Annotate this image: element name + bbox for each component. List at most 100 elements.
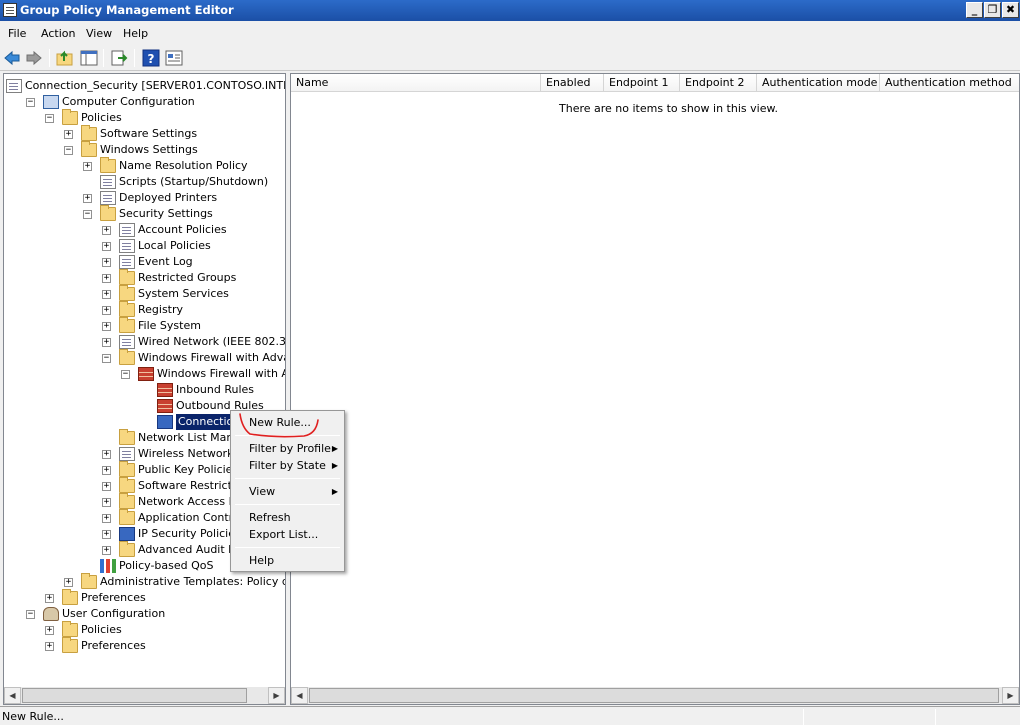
context-menu-item-refresh[interactable]: Refresh xyxy=(233,509,342,526)
menu-item-label: Export List... xyxy=(249,528,319,541)
expand-icon[interactable]: + xyxy=(102,274,111,283)
toolbar-separator xyxy=(49,49,50,67)
locked-folder-icon xyxy=(119,269,135,285)
submenu-arrow-icon: ▶ xyxy=(331,444,338,453)
folder-icon xyxy=(81,573,97,589)
expand-icon[interactable]: + xyxy=(102,482,111,491)
collapse-icon[interactable]: − xyxy=(45,114,54,123)
status-bar: New Rule... xyxy=(0,706,1020,725)
tree-item-label: Security Settings xyxy=(119,207,213,220)
expand-icon[interactable]: + xyxy=(102,258,111,267)
expand-icon[interactable]: + xyxy=(64,130,73,139)
gpme-app-icon xyxy=(3,3,17,17)
tree-item-label: Public Key Policies xyxy=(138,463,239,476)
expand-icon[interactable]: + xyxy=(102,530,111,539)
expand-icon[interactable]: + xyxy=(83,194,92,203)
export-list-icon[interactable] xyxy=(110,49,128,67)
tree-item-label: Windows Settings xyxy=(100,143,198,156)
collapse-icon[interactable]: − xyxy=(26,98,35,107)
collapse-icon[interactable]: − xyxy=(64,146,73,155)
folder-icon xyxy=(62,621,78,637)
firewall-globe-icon xyxy=(138,367,154,381)
scroll-thumb[interactable] xyxy=(309,688,999,703)
folder-icon xyxy=(62,637,78,653)
expand-icon[interactable]: + xyxy=(102,498,111,507)
help-icon[interactable]: ? xyxy=(142,49,160,67)
column-header-enabled[interactable]: Enabled xyxy=(541,74,604,92)
scroll-thumb[interactable] xyxy=(22,688,247,703)
status-text: New Rule... xyxy=(2,710,64,723)
properties-icon[interactable] xyxy=(165,49,183,67)
collapse-icon[interactable]: − xyxy=(102,354,111,363)
ip-security-icon xyxy=(119,527,135,541)
printer-icon xyxy=(100,191,116,205)
context-menu-item-help[interactable]: Help xyxy=(233,552,342,569)
context-menu-item-filter-by-profile[interactable]: Filter by Profile ▶ xyxy=(233,440,342,457)
expand-icon[interactable]: + xyxy=(102,450,111,459)
menu-separator xyxy=(235,547,340,548)
folder-icon xyxy=(119,477,135,493)
tree-item-label: Windows Firewall with Advanced Security … xyxy=(157,367,285,380)
back-arrow-icon[interactable] xyxy=(3,49,21,67)
column-header-authentication-mode[interactable]: Authentication mode xyxy=(757,74,880,92)
scroll-left-button[interactable]: ◀ xyxy=(291,687,308,704)
forward-arrow-icon[interactable] xyxy=(25,49,43,67)
tree-item-label: Restricted Groups xyxy=(138,271,237,284)
menu-item-label: Filter by Profile xyxy=(249,442,331,455)
expand-icon[interactable]: + xyxy=(45,642,54,651)
results-horizontal-scrollbar[interactable]: ◀ ▶ xyxy=(291,687,1019,704)
status-divider xyxy=(935,709,936,725)
tree-item-label: Local Policies xyxy=(138,239,211,252)
tree-item-label: Windows Firewall with Advanced Security xyxy=(138,351,285,364)
collapse-icon[interactable]: − xyxy=(26,610,35,619)
restore-button[interactable]: ❐ xyxy=(984,2,1001,18)
context-menu-item-filter-by-state[interactable]: Filter by State ▶ xyxy=(233,457,342,474)
expand-icon[interactable]: + xyxy=(102,226,111,235)
expand-icon[interactable]: + xyxy=(45,594,54,603)
expand-icon[interactable]: + xyxy=(102,290,111,299)
expand-icon[interactable]: + xyxy=(83,162,92,171)
expand-icon[interactable]: + xyxy=(64,578,73,587)
expand-icon[interactable]: + xyxy=(102,338,111,347)
collapse-icon[interactable]: − xyxy=(83,210,92,219)
connection-security-icon xyxy=(157,415,173,429)
results-pane[interactable]: Name Enabled Endpoint 1 Endpoint 2 Authe… xyxy=(290,73,1020,705)
expand-icon[interactable]: + xyxy=(102,242,111,251)
policy-document-icon xyxy=(6,79,22,93)
tree-item-label: Policy-based QoS xyxy=(119,559,214,572)
column-header-endpoint-2[interactable]: Endpoint 2 xyxy=(680,74,757,92)
column-header-authentication-method[interactable]: Authentication method xyxy=(880,74,1019,92)
security-settings-icon xyxy=(100,205,116,221)
context-menu-item-view[interactable]: View ▶ xyxy=(233,483,342,500)
tree-horizontal-scrollbar[interactable]: ◀ ▶ xyxy=(4,687,285,704)
expand-icon[interactable]: + xyxy=(102,546,111,555)
menu-action[interactable]: Action xyxy=(41,27,75,40)
tree-item-label: Account Policies xyxy=(138,223,227,236)
expand-icon[interactable]: + xyxy=(102,306,111,315)
expand-icon[interactable]: + xyxy=(102,466,111,475)
collapse-icon[interactable]: − xyxy=(121,370,130,379)
close-button[interactable]: ✖ xyxy=(1002,2,1019,18)
expand-icon[interactable]: + xyxy=(45,626,54,635)
expand-icon[interactable]: + xyxy=(102,322,111,331)
scroll-right-button[interactable]: ▶ xyxy=(1002,687,1019,704)
user-icon xyxy=(43,607,59,621)
menu-separator xyxy=(235,478,340,479)
menu-help[interactable]: Help xyxy=(123,27,148,40)
column-header-name[interactable]: Name xyxy=(291,74,541,92)
scroll-left-button[interactable]: ◀ xyxy=(4,687,21,704)
tree-item-label: System Services xyxy=(138,287,229,300)
show-hide-tree-icon[interactable] xyxy=(80,49,98,67)
minimize-button[interactable]: _ xyxy=(966,2,983,18)
tree-pane[interactable]: Connection_Security [SERVER01.CONTOSO.IN… xyxy=(3,73,286,705)
menu-file[interactable]: File xyxy=(8,27,26,40)
column-header-endpoint-1[interactable]: Endpoint 1 xyxy=(604,74,680,92)
expand-icon[interactable]: + xyxy=(102,514,111,523)
title-bar: Group Policy Management Editor _ ❐ ✖ xyxy=(0,0,1020,21)
context-menu-item-export-list[interactable]: Export List... xyxy=(233,526,342,543)
folder-icon xyxy=(119,461,135,477)
up-folder-icon[interactable] xyxy=(56,49,74,67)
scroll-right-button[interactable]: ▶ xyxy=(268,687,285,704)
folder-icon xyxy=(119,349,135,365)
menu-view[interactable]: View xyxy=(86,27,112,40)
